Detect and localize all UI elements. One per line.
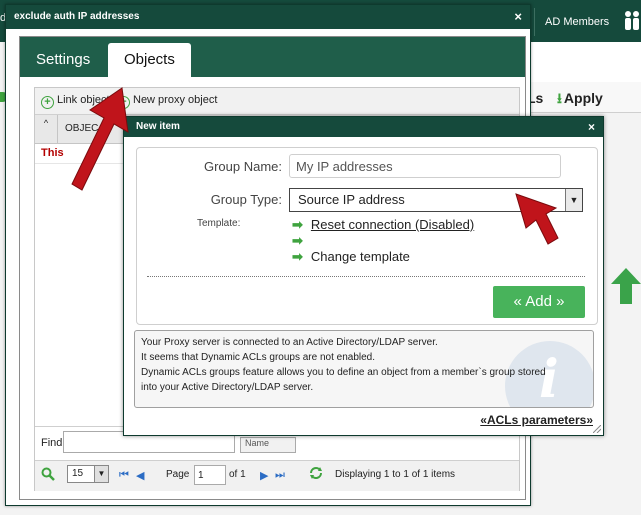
dialog-title: exclude auth IP addresses (14, 11, 140, 22)
info-line: It seems that Dynamic ACLs groups are no… (141, 352, 376, 363)
display-count-text: Displaying 1 to 1 of 1 items (335, 469, 456, 480)
tab-bar: Settings Objects (20, 37, 525, 77)
next-page-icon[interactable]: ▶ (260, 469, 268, 482)
last-page-icon[interactable]: ⏭ (275, 469, 285, 482)
acls-parameters-link[interactable]: «ACLs parameters» (480, 413, 593, 427)
green-arrow-icon: ➡ (292, 249, 303, 264)
annotation-arrow-icon (515, 193, 559, 245)
add-button[interactable]: « Add » (493, 286, 585, 318)
tab-objects[interactable]: Objects (108, 43, 191, 77)
sort-up-icon[interactable]: ^ (35, 115, 58, 143)
search-icon[interactable] (41, 467, 55, 481)
close-icon[interactable]: × (514, 5, 522, 29)
group-name-input[interactable]: My IP addresses (289, 154, 561, 178)
prev-page-icon[interactable]: ◀ (136, 469, 144, 482)
new-proxy-object-button[interactable]: +New proxy object (117, 94, 217, 109)
refresh-icon[interactable] (309, 466, 323, 480)
info-panel: i Your Proxy server is connected to an A… (134, 330, 594, 408)
dialog-titlebar: exclude auth IP addresses × (6, 5, 530, 29)
app-subheader (527, 42, 641, 83)
template-item-label: Reset connection (Disabled) (310, 217, 475, 232)
close-icon[interactable]: × (588, 117, 595, 137)
pager: 15 ▼ ⏮ ◀ Page 1 of 1 ▶ ⏭ Displaying 1 to… (35, 460, 519, 491)
page-size-value: 15 (72, 468, 84, 479)
template-blank-item[interactable]: ➡ (292, 233, 311, 249)
annotation-arrow-icon (71, 87, 129, 191)
divider (147, 276, 585, 277)
first-page-icon[interactable]: ⏮ (119, 469, 129, 482)
dialog-titlebar: New item × (124, 117, 603, 137)
page-size-select[interactable]: 15 ▼ (67, 465, 109, 483)
dialog-title: New item (136, 121, 180, 132)
template-change[interactable]: ➡ Change template (292, 249, 410, 265)
template-reset-connection[interactable]: ➡ Reset connection (Disabled) (292, 217, 474, 233)
plus-circle-icon: + (41, 96, 54, 109)
chevron-down-icon: ▼ (565, 189, 582, 211)
green-arrow-icon: ➡ (292, 217, 303, 232)
page-of-label: of 1 (229, 469, 246, 480)
template-item-label: Change template (310, 249, 410, 264)
find-label: Find (41, 437, 63, 449)
group-name-label: Group Name: (203, 159, 282, 174)
new-item-dialog: New item × Group Name: My IP addresses G… (123, 116, 604, 436)
download-arrow-icon: ⭳ (557, 90, 562, 106)
ad-members-tab[interactable]: AD Members (534, 8, 625, 36)
tab-settings[interactable]: Settings (20, 43, 106, 77)
row-text: This (41, 147, 64, 159)
info-line: Your Proxy server is connected to an Act… (141, 337, 438, 348)
new-proxy-object-label: New proxy object (133, 94, 218, 106)
people-icon[interactable] (623, 10, 641, 32)
template-label: Template: (197, 218, 241, 229)
green-arrow-icon: ➡ (292, 233, 303, 248)
group-type-value: Source IP address (298, 192, 405, 207)
resize-grip-icon[interactable] (593, 425, 601, 433)
apply-label: Apply (563, 90, 603, 106)
page-number-input[interactable]: 1 (194, 465, 226, 485)
chevron-down-icon: ▼ (94, 466, 108, 482)
up-arrow-icon[interactable] (611, 268, 641, 304)
group-type-label: Group Type: (210, 192, 282, 207)
info-line: into your Active Directory/LDAP server. (141, 382, 314, 393)
info-line: Dynamic ACLs groups feature allows you t… (141, 367, 546, 378)
find-field-select[interactable]: Name (240, 437, 296, 453)
apply-button[interactable]: ⭳ Apply (557, 88, 603, 112)
page-label: Page (166, 469, 190, 480)
